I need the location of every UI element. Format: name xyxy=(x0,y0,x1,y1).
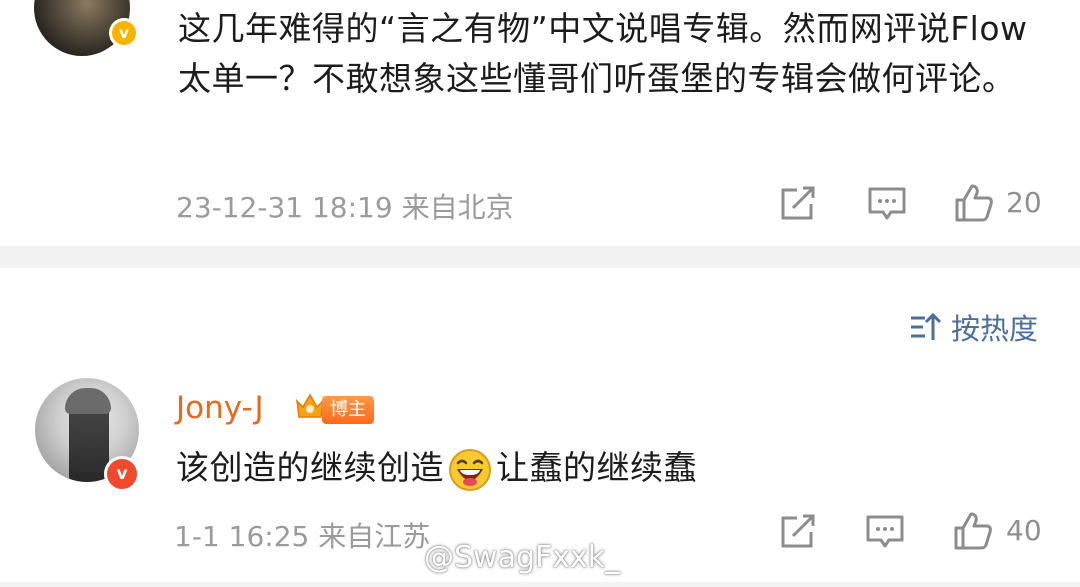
watermark: @SwagFxxk_ xyxy=(424,540,621,575)
section-divider xyxy=(0,246,1080,268)
verified-badge-icon: v xyxy=(109,18,139,48)
comment-icon[interactable] xyxy=(865,514,905,550)
share-icon[interactable] xyxy=(779,514,819,550)
comment-text: 该创造的继续创造 让蠢的继续蠢 xyxy=(176,443,1036,493)
share-icon[interactable] xyxy=(779,186,819,222)
bottom-divider xyxy=(0,582,1080,587)
laughing-emoji xyxy=(449,448,491,491)
comment-text-part: 该创造的继续创造 xyxy=(176,448,444,487)
username[interactable]: Jony-J xyxy=(176,390,264,426)
author-badge: 博主 xyxy=(322,396,374,424)
comment-text-part: 让蠢的继续蠢 xyxy=(496,448,697,487)
comment-text: 这几年难得的“言之有物”中文说唱专辑。然而网评说Flow太单一？不敢想象这些懂哥… xyxy=(178,9,1028,98)
comment-meta: 23-12-31 18:19 来自北京 xyxy=(176,191,514,224)
verified-badge-icon: v xyxy=(104,456,140,492)
like-count: 40 xyxy=(1006,514,1042,547)
sort-icon xyxy=(911,312,942,340)
comment-icon[interactable] xyxy=(867,186,907,222)
like-icon[interactable] xyxy=(954,183,994,223)
like-icon[interactable] xyxy=(953,511,993,551)
sort-label: 按热度 xyxy=(951,312,1039,346)
like-count: 20 xyxy=(1006,186,1042,219)
comment-meta: 1-1 16:25 来自江苏 xyxy=(174,520,431,553)
sort-by-heat-button[interactable]: 按热度 xyxy=(909,306,1038,348)
